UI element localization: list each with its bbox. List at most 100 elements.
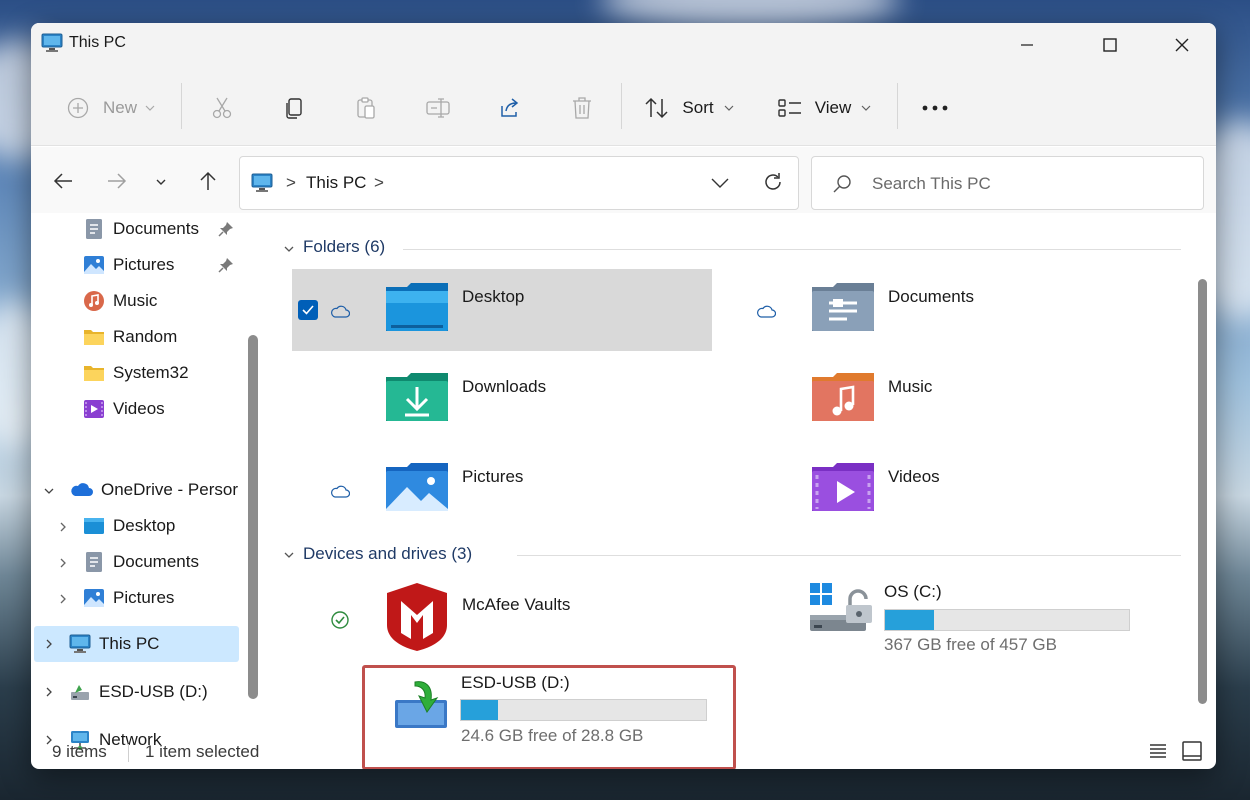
sort-button[interactable]: Sort bbox=[639, 83, 739, 133]
desktop-folder-icon bbox=[84, 518, 104, 534]
sidebar-item-videos[interactable]: Videos bbox=[83, 392, 165, 426]
cut-button[interactable] bbox=[201, 83, 243, 133]
new-button[interactable]: New bbox=[61, 83, 161, 133]
details-view-icon[interactable] bbox=[1148, 741, 1168, 766]
sidebar-item-label: System32 bbox=[113, 363, 189, 382]
sidebar-item-onedrive-pictures[interactable]: Pictures bbox=[83, 581, 174, 615]
sidebar-item-label: Random bbox=[113, 327, 178, 346]
sidebar-item-music[interactable]: Music bbox=[83, 284, 157, 318]
section-divider bbox=[517, 555, 1181, 556]
chevron-right-icon[interactable] bbox=[57, 593, 69, 605]
folder-name: Pictures bbox=[462, 467, 524, 486]
recent-locations-button[interactable] bbox=[147, 169, 175, 197]
refresh-icon[interactable] bbox=[762, 171, 784, 198]
pin-icon[interactable] bbox=[218, 257, 234, 273]
drive-name: ESD-USB (D:) bbox=[461, 673, 570, 692]
drive-tile-os-c[interactable]: OS (C:) 367 GB free of 457 GB bbox=[808, 577, 1208, 667]
chevron-down-icon[interactable] bbox=[43, 485, 55, 497]
address-bar[interactable]: > This PC > bbox=[239, 156, 799, 210]
view-button[interactable]: View bbox=[771, 83, 877, 133]
sidebar-item-onedrive-documents[interactable]: Documents bbox=[83, 545, 199, 579]
folder-name: Music bbox=[888, 377, 933, 396]
sort-icon bbox=[644, 97, 670, 119]
breadcrumb-this-pc[interactable]: This PC bbox=[306, 173, 366, 193]
selection-count: 1 item selected bbox=[145, 742, 260, 761]
folder-tile-desktop[interactable]: Desktop bbox=[292, 269, 712, 351]
arrow-left-icon bbox=[53, 172, 73, 195]
share-button[interactable] bbox=[489, 83, 531, 133]
content-scrollbar[interactable] bbox=[1198, 279, 1207, 704]
large-icons-view-icon[interactable] bbox=[1181, 740, 1203, 767]
chevron-right-icon[interactable] bbox=[57, 557, 69, 569]
sidebar-item-onedrive-desktop[interactable]: Desktop bbox=[83, 509, 175, 543]
drive-tile-mcafee-vaults[interactable]: McAfee Vaults bbox=[292, 577, 712, 659]
folder-tile-music[interactable]: Music bbox=[718, 359, 1138, 441]
cut-icon bbox=[210, 96, 234, 120]
drive-name: McAfee Vaults bbox=[462, 595, 571, 614]
chevron-right-icon[interactable] bbox=[43, 686, 55, 698]
minimize-button[interactable] bbox=[1004, 31, 1050, 59]
item-count: 9 items bbox=[52, 742, 107, 761]
close-button[interactable] bbox=[1159, 31, 1205, 59]
toolbar-divider bbox=[181, 83, 182, 129]
maximize-button[interactable] bbox=[1087, 31, 1133, 59]
folder-tile-videos[interactable]: Videos bbox=[718, 449, 1138, 531]
desktop-folder-icon bbox=[386, 283, 448, 331]
plus-circle-icon bbox=[67, 97, 89, 119]
sidebar-item-label: Desktop bbox=[113, 516, 176, 535]
title-bar: This PC bbox=[31, 23, 1216, 65]
folder-tile-downloads[interactable]: Downloads bbox=[292, 359, 712, 441]
up-button[interactable] bbox=[194, 169, 222, 197]
chevron-down-icon bbox=[861, 103, 871, 113]
folder-tile-pictures[interactable]: Pictures bbox=[292, 449, 712, 531]
section-header-folders[interactable]: Folders (6) bbox=[303, 237, 385, 257]
address-history-button[interactable] bbox=[710, 176, 730, 194]
synced-check-icon bbox=[331, 611, 349, 629]
search-box[interactable]: Search This PC bbox=[811, 156, 1204, 210]
sidebar-item-onedrive[interactable]: OneDrive - Persor bbox=[69, 473, 238, 507]
rename-button[interactable] bbox=[417, 83, 459, 133]
sidebar-item-label: Music bbox=[113, 291, 158, 310]
sidebar-item-label: Documents bbox=[113, 219, 199, 238]
delete-icon bbox=[571, 96, 593, 120]
toolbar-divider bbox=[621, 83, 622, 129]
delete-button[interactable] bbox=[561, 83, 603, 133]
sidebar-item-label: ESD-USB (D:) bbox=[99, 682, 208, 701]
cloud-icon bbox=[331, 305, 350, 318]
videos-folder-icon bbox=[812, 463, 874, 511]
system-drive-icon bbox=[810, 583, 872, 631]
sidebar-item-pictures[interactable]: Pictures bbox=[83, 248, 174, 282]
chevron-down-icon[interactable] bbox=[283, 549, 295, 561]
sidebar-scrollbar[interactable] bbox=[248, 335, 258, 699]
folder-name: Documents bbox=[888, 287, 974, 306]
copy-button[interactable] bbox=[273, 83, 315, 133]
share-icon bbox=[498, 96, 522, 120]
sidebar-item-documents[interactable]: Documents bbox=[83, 212, 199, 246]
more-options-button[interactable] bbox=[915, 83, 955, 133]
pictures-icon bbox=[84, 589, 104, 607]
more-icon bbox=[922, 105, 948, 111]
chevron-right-icon[interactable] bbox=[43, 638, 55, 650]
forward-button[interactable] bbox=[103, 169, 131, 197]
chevron-down-icon bbox=[145, 103, 155, 113]
pin-icon[interactable] bbox=[218, 221, 234, 237]
folder-icon bbox=[84, 366, 104, 381]
toolbar-divider bbox=[897, 83, 898, 129]
paste-icon bbox=[354, 96, 378, 120]
paste-button[interactable] bbox=[345, 83, 387, 133]
folder-tile-documents[interactable]: Documents bbox=[718, 269, 1138, 351]
chevron-right-icon[interactable] bbox=[57, 521, 69, 533]
drive-usage-fill bbox=[885, 610, 934, 630]
sidebar-item-usb-drive[interactable]: ESD-USB (D:) bbox=[69, 675, 208, 709]
chevron-down-icon[interactable] bbox=[283, 243, 295, 255]
music-folder-icon bbox=[812, 373, 874, 421]
sidebar-item-random[interactable]: Random bbox=[83, 320, 177, 354]
file-explorer-window: This PC New Sort View > This PC > Search… bbox=[31, 23, 1216, 769]
section-header-devices[interactable]: Devices and drives (3) bbox=[303, 544, 472, 564]
sidebar-item-this-pc[interactable]: This PC bbox=[69, 627, 159, 661]
back-button[interactable] bbox=[49, 169, 77, 197]
cloud-icon bbox=[757, 305, 776, 318]
sidebar-item-system32[interactable]: System32 bbox=[83, 356, 189, 390]
checkbox-checked[interactable] bbox=[298, 300, 318, 320]
content-pane: Folders (6) Desktop Documents Downloads … bbox=[271, 213, 1216, 769]
